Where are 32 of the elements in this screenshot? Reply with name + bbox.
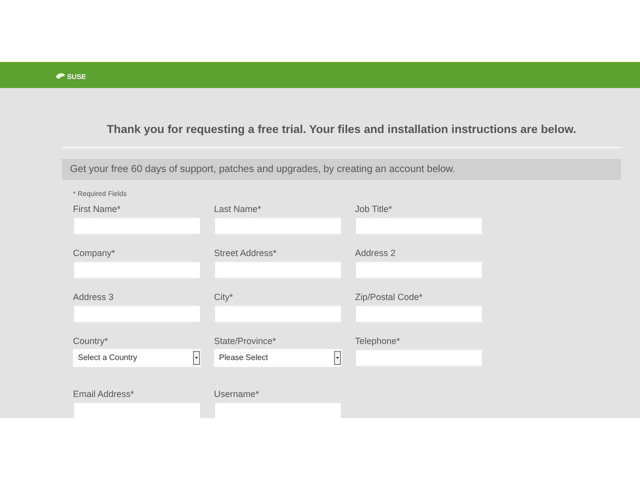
field-label: Email Address*	[73, 388, 136, 400]
field-label: Zip/Postal Code*	[355, 291, 424, 304]
input-field[interactable]	[214, 305, 342, 324]
field-label: Last Name*	[214, 203, 262, 216]
field-label: First Name*	[73, 203, 122, 216]
field-label: Job Title*	[355, 203, 394, 216]
page-heading: Thank you for requesting a free trial. Your files and installation instructions are below.	[106, 123, 578, 138]
input-field[interactable]	[73, 261, 201, 280]
field-label: Country*	[73, 335, 110, 348]
caret-icon	[193, 351, 200, 366]
input-field[interactable]	[214, 217, 342, 236]
input-field[interactable]	[73, 402, 201, 418]
dropdown[interactable]: Please Select	[214, 349, 342, 368]
dropdown[interactable]: Select a Country	[73, 349, 201, 368]
input-field[interactable]	[73, 305, 201, 324]
input-field[interactable]	[214, 402, 342, 418]
info-banner: Get your free 60 days of support, patches and upgrades, by creating an account below.	[62, 159, 621, 180]
field-label: Username*	[214, 388, 260, 400]
input-field[interactable]	[73, 217, 201, 236]
input-field[interactable]	[355, 305, 483, 324]
input-field[interactable]	[355, 349, 483, 368]
field-label: State/Province*	[214, 335, 278, 348]
field-label: City*	[214, 291, 234, 304]
field-label: Street Address*	[214, 247, 278, 260]
field-label: Address 3	[73, 291, 115, 304]
input-field[interactable]	[214, 261, 342, 280]
input-field[interactable]	[355, 261, 483, 280]
field-label: Telephone*	[355, 335, 402, 348]
caret-icon	[334, 351, 341, 366]
field-label: Address 2	[355, 247, 397, 260]
field-label: Company*	[73, 247, 116, 260]
input-field[interactable]	[355, 217, 483, 236]
